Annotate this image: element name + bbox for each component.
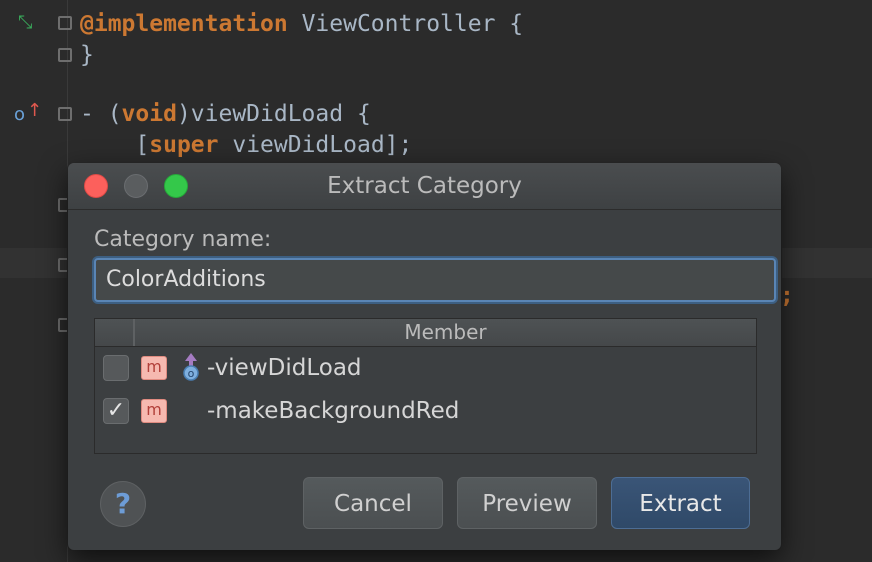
fold-marker[interactable] [58,16,72,30]
fold-marker[interactable] [58,107,72,121]
category-name-label: Category name: [94,227,272,252]
checkbox-column-header[interactable] [95,319,135,346]
svg-text:o: o [188,367,195,380]
fold-marker[interactable] [58,48,72,62]
help-button[interactable]: ? [100,481,146,527]
up-arrow-icon: ↑ [27,100,43,121]
table-header: Member [95,319,756,347]
method-badge: m [141,399,167,423]
extract-button[interactable]: Extract [611,477,750,529]
table-row[interactable]: m o -viewDidLoad [95,347,756,389]
override-method-icon[interactable]: o [14,106,25,124]
expand-arrows-icon[interactable]: ⤡ [18,14,32,32]
preview-button[interactable]: Preview [457,477,597,529]
member-column-header[interactable]: Member [135,319,756,346]
member-name: -makeBackgroundRed [207,398,460,424]
members-table: Member m o -viewDidLoad ✓ m -makeBackgro… [94,318,757,454]
dialog-title: Extract Category [327,173,522,199]
code-line-2: } [80,42,94,68]
extract-category-dialog: Extract Category Category name: Member m… [68,163,781,550]
dialog-titlebar[interactable]: Extract Category [68,163,781,210]
code-line-3: - (void)viewDidLoad { [80,101,371,127]
override-icon: o [183,353,199,381]
code-line-4: [super viewDidLoad]; [80,132,413,158]
code-line-1: @implementation ViewController { [80,11,524,37]
method-badge: m [141,356,167,380]
category-name-input[interactable] [94,258,776,302]
member-name: -viewDidLoad [207,355,362,381]
cancel-button[interactable]: Cancel [303,477,443,529]
member-checkbox-checked[interactable]: ✓ [103,398,129,424]
code-semicolon: ; [780,283,794,309]
member-checkbox[interactable] [103,355,129,381]
table-row[interactable]: ✓ m -makeBackgroundRed [95,390,756,432]
